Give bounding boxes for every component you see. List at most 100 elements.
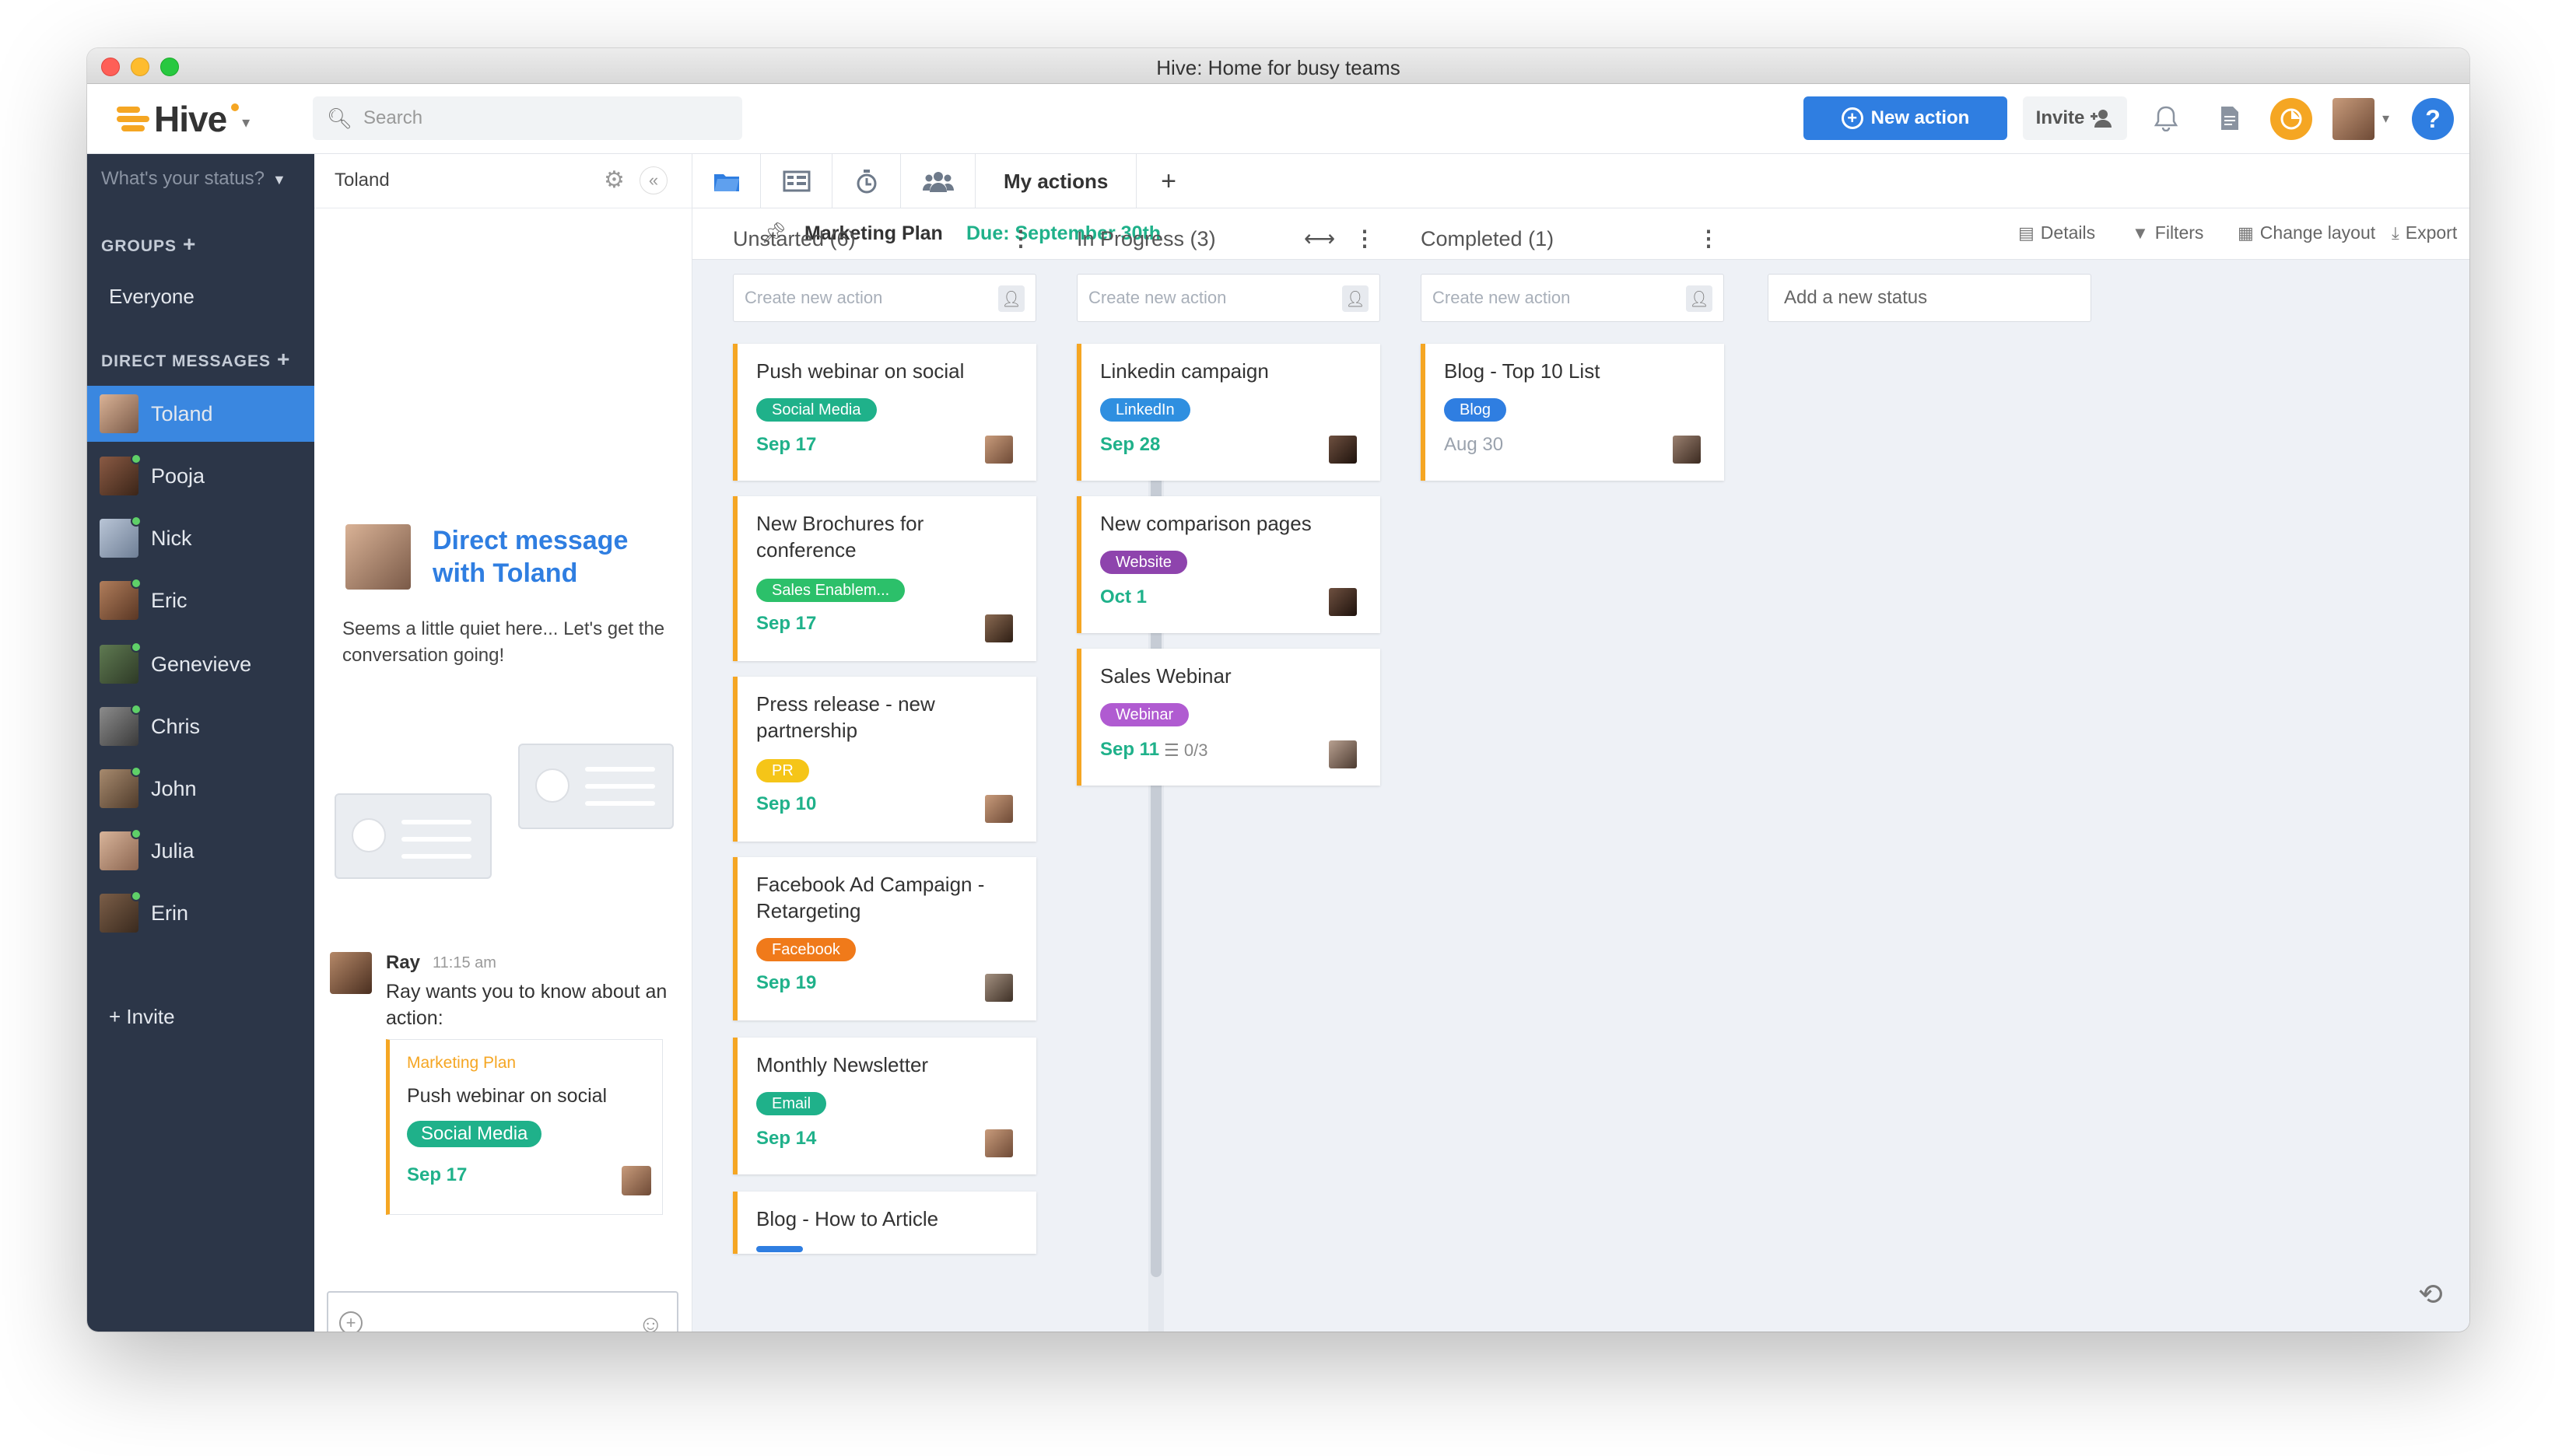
assignee-avatar [622, 1166, 651, 1195]
invite-link[interactable]: + Invite [109, 1005, 175, 1029]
avatar [100, 704, 142, 746]
create-action-input[interactable] [745, 285, 986, 310]
dm-item-chris[interactable]: Chris [87, 698, 314, 754]
gear-icon[interactable]: ⚙ [604, 166, 625, 194]
tab-timer[interactable] [832, 154, 901, 208]
action-card[interactable]: Monthly Newsletter Email Sep 14 [733, 1038, 1036, 1174]
notifications-bell-icon[interactable] [2147, 100, 2185, 137]
dm-item-nick[interactable]: Nick [87, 510, 314, 566]
dm-item-eric[interactable]: Eric [87, 572, 314, 628]
chevron-down-icon[interactable]: ▾ [2382, 110, 2389, 127]
change-layout-button[interactable]: ▦ Change layout [2238, 222, 2375, 243]
card-tag: Social Media [756, 398, 877, 422]
create-action-box: 👤︎ [1077, 274, 1380, 322]
dm-item-john[interactable]: John [87, 761, 314, 817]
dm-item-genevieve[interactable]: Genevieve [87, 636, 314, 692]
online-indicator [131, 704, 142, 715]
attachment-project: Marketing Plan [407, 1054, 517, 1072]
emoji-icon[interactable]: ☺ [638, 1310, 664, 1332]
dm-name: John [151, 776, 197, 800]
create-action-input[interactable] [1088, 285, 1330, 310]
collapse-panel-icon[interactable]: « [640, 166, 668, 194]
message-input[interactable] [372, 1308, 621, 1332]
chat-illustration-bubble [335, 793, 492, 879]
help-icon[interactable]: ? [2412, 98, 2454, 140]
action-card[interactable]: Linkedin campaign LinkedIn Sep 28 [1077, 344, 1380, 481]
tab-table[interactable] [761, 154, 832, 208]
filter-icon: ▼ [2132, 222, 2149, 243]
tab-team[interactable] [901, 154, 976, 208]
search-input[interactable] [363, 107, 738, 129]
online-indicator [131, 828, 142, 839]
action-card[interactable]: Blog - Top 10 List Blog Aug 30 [1421, 344, 1724, 481]
search-box[interactable]: 🔍︎ [313, 96, 742, 140]
add-group-icon[interactable]: + [183, 232, 196, 256]
filters-button[interactable]: ▼ Filters [2132, 222, 2203, 243]
invite-button[interactable]: Invite [2023, 96, 2127, 140]
dm-item-toland[interactable]: Toland [87, 386, 314, 442]
add-dm-icon[interactable]: + [277, 347, 290, 371]
user-avatar[interactable] [2332, 98, 2375, 140]
card-tag [756, 1246, 803, 1252]
new-action-button[interactable]: + New action [1803, 96, 2007, 140]
action-card[interactable]: Facebook Ad Campaign - Retargeting Faceb… [733, 857, 1036, 1020]
attachment-title: Push webinar on social [407, 1085, 608, 1107]
assign-person-icon[interactable]: 👤︎ [1342, 285, 1369, 312]
dm-name: Julia [151, 838, 195, 863]
card-title: New Brochures for conference [756, 512, 924, 562]
online-indicator [131, 891, 142, 901]
timer-icon[interactable] [2270, 98, 2312, 140]
create-action-input[interactable] [1432, 285, 1674, 310]
export-button[interactable]: ⤓ Export [2392, 222, 2457, 243]
assignee-avatar [985, 1129, 1013, 1157]
assignee-avatar [985, 614, 1013, 642]
column-menu-icon[interactable]: ⋮ [1698, 226, 1719, 251]
add-view-icon[interactable]: + [1137, 154, 1200, 208]
empty-chat-text: Seems a little quiet here... Let's get t… [342, 618, 665, 666]
action-card[interactable]: Push webinar on social Social Media Sep … [733, 344, 1036, 481]
message-composer: + ☺ [327, 1291, 678, 1332]
card-tag: Facebook [756, 938, 856, 961]
dm-item-erin[interactable]: Erin [87, 885, 314, 941]
column-menu-icon[interactable]: ⋮ [1354, 226, 1376, 251]
details-button[interactable]: ▤ Details [2018, 222, 2095, 243]
action-card[interactable]: Blog - How to Article [733, 1192, 1036, 1254]
avatar [100, 516, 142, 558]
status-selector[interactable]: What's your status? ▼ [101, 168, 286, 190]
assign-person-icon[interactable]: 👤︎ [998, 285, 1025, 312]
team-icon [922, 172, 954, 192]
history-icon[interactable]: ⟲ [2418, 1277, 2443, 1312]
notes-icon[interactable] [2211, 100, 2248, 137]
tab-projects[interactable] [692, 154, 761, 208]
assign-person-icon[interactable]: 👤︎ [1686, 285, 1712, 312]
card-title: Sales Webinar [1100, 664, 1232, 688]
action-card[interactable]: Press release - new partnership PR Sep 1… [733, 677, 1036, 842]
card-title: Blog - Top 10 List [1444, 359, 1600, 383]
plus-circle-icon: + [1841, 107, 1863, 129]
group-everyone[interactable]: Everyone [109, 285, 195, 309]
tab-my-actions[interactable]: My actions [976, 154, 1137, 208]
dm-item-pooja[interactable]: Pooja [87, 448, 314, 504]
action-attachment[interactable]: Marketing Plan Push webinar on social So… [386, 1039, 663, 1215]
add-status-input[interactable] [1784, 285, 2072, 310]
view-tabs: My actions + [692, 154, 2469, 208]
action-card[interactable]: Sales Webinar Webinar Sep 11 ☰ 0/3 [1077, 649, 1380, 786]
dm-item-julia[interactable]: Julia [87, 823, 314, 879]
dm-name: Eric [151, 588, 188, 612]
create-action-box: 👤︎ [1421, 274, 1724, 322]
dm-name: Chris [151, 714, 201, 738]
action-card[interactable]: New Brochures for conference Sales Enabl… [733, 496, 1036, 661]
assignee-avatar [1329, 436, 1357, 464]
expand-column-icon[interactable]: ⟷ [1304, 226, 1335, 251]
avatar [100, 453, 142, 495]
hive-logo[interactable]: Hive ▾ [117, 98, 250, 140]
card-date: Sep 10 [756, 793, 817, 814]
column-menu-icon[interactable]: ⋮ [1010, 226, 1032, 251]
groups-header: GROUPS + [101, 232, 197, 256]
action-card[interactable]: New comparison pages Website Oct 1 [1077, 496, 1380, 633]
checklist-count: 0/3 [1183, 740, 1208, 760]
dm-title: Direct message with Toland [433, 526, 629, 588]
card-date: Sep 14 [756, 1128, 817, 1149]
logo-dot [231, 103, 240, 111]
plus-icon[interactable]: + [339, 1311, 363, 1332]
